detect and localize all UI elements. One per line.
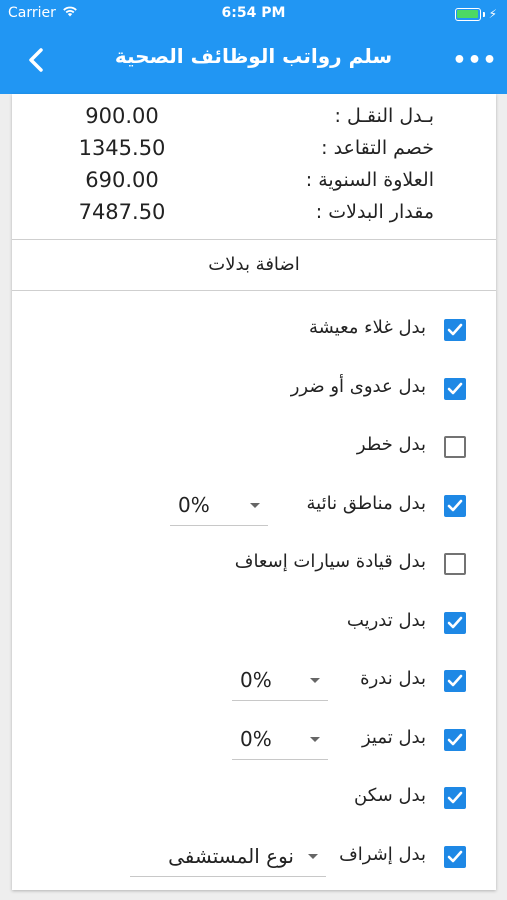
salary-card: بـدل النقـل : 900.00 خصم التقاعد : 1345.… — [12, 94, 496, 890]
dropdown-arrow-icon — [250, 503, 260, 508]
summary-value: 690.00 — [85, 168, 159, 192]
allowance-row-training[interactable]: بدل تدريب — [12, 599, 496, 649]
dropdown-value: نوع المستشفى — [168, 844, 294, 868]
allowance-checkbox[interactable] — [444, 846, 466, 868]
dropdown-arrow-icon — [308, 854, 318, 859]
page-title: سلم رواتب الوظائف الصحية — [114, 44, 393, 68]
allowance-label: بدل غلاء معيشة — [308, 317, 426, 338]
summary-value: 1345.50 — [78, 136, 166, 160]
dropdown-arrow-icon — [310, 737, 320, 742]
allowance-checkbox[interactable] — [444, 729, 466, 751]
summary-label: العلاوة السنوية : — [305, 169, 434, 191]
excellence-percent-dropdown[interactable]: 0% — [232, 720, 328, 760]
charging-bolt-icon: ⚡︎ — [488, 7, 497, 21]
allowance-row-hazard[interactable]: بدل خطر — [12, 423, 496, 473]
more-options-button[interactable]: ••• — [452, 42, 496, 78]
allowance-row-remote-areas[interactable]: بدل مناطق نائية 0% — [12, 482, 496, 532]
allowance-checkbox[interactable] — [444, 319, 466, 341]
allowance-row-cost-of-living[interactable]: بدل غلاء معيشة — [12, 306, 496, 356]
summary-value: 7487.50 — [78, 200, 166, 224]
allowance-row-housing[interactable]: بدل سكن — [12, 774, 496, 824]
allowance-label: بدل قيادة سيارات إسعاف — [234, 551, 426, 572]
app-bar: Carrier 6:54 PM ⚡︎ سلم رواتب الوظائف الص… — [0, 0, 507, 94]
scarcity-percent-dropdown[interactable]: 0% — [232, 661, 328, 701]
allowance-label: بدل ندرة — [360, 668, 426, 689]
allowance-label: بدل إشراف — [339, 844, 426, 865]
allowance-label: بدل خطر — [356, 434, 426, 455]
status-time: 6:54 PM — [221, 5, 286, 21]
checkmark-icon — [447, 323, 463, 336]
allowance-checkbox[interactable] — [444, 787, 466, 809]
allowance-checkbox[interactable] — [444, 436, 466, 458]
hospital-type-dropdown[interactable]: نوع المستشفى — [130, 837, 326, 877]
chevron-left-icon — [29, 48, 43, 72]
summary-label: مقدار البدلات : — [315, 201, 434, 223]
summary-label: خصم التقاعد : — [321, 137, 434, 159]
allowance-checkbox[interactable] — [444, 495, 466, 517]
checkmark-icon — [447, 850, 463, 863]
remote-areas-percent-dropdown[interactable]: 0% — [170, 486, 268, 526]
allowance-row-excellence[interactable]: بدل تميز 0% — [12, 716, 496, 766]
summary-row-allowances-total: مقدار البدلات : 7487.50 — [12, 198, 496, 230]
battery-icon: ⚡︎ — [454, 7, 497, 21]
toolbar: سلم رواتب الوظائف الصحية ••• — [0, 30, 507, 90]
allowance-label: بدل سكن — [354, 785, 426, 806]
back-button[interactable] — [18, 42, 54, 78]
allowance-label: بدل عدوى أو ضرر — [290, 376, 426, 397]
dropdown-value: 0% — [178, 493, 210, 517]
checkmark-icon — [447, 733, 463, 746]
checkmark-icon — [447, 499, 463, 512]
dropdown-arrow-icon — [310, 678, 320, 683]
allowance-checkbox[interactable] — [444, 553, 466, 575]
allowance-checkbox[interactable] — [444, 378, 466, 400]
summary-row-retirement: خصم التقاعد : 1345.50 — [12, 134, 496, 166]
allowance-row-ambulance-driving[interactable]: بدل قيادة سيارات إسعاف — [12, 540, 496, 590]
allowance-checkbox[interactable] — [444, 612, 466, 634]
summary-value: 900.00 — [85, 104, 159, 128]
allowance-label: بدل تميز — [361, 727, 426, 748]
divider — [12, 290, 496, 291]
checkmark-icon — [447, 791, 463, 804]
add-allowances-header: اضافة بدلات — [208, 254, 300, 275]
dropdown-value: 0% — [240, 668, 272, 692]
summary-row-transport: بـدل النقـل : 900.00 — [12, 102, 496, 134]
checkmark-icon — [447, 616, 463, 629]
allowance-row-scarcity[interactable]: بدل ندرة 0% — [12, 657, 496, 707]
allowance-label: بدل تدريب — [346, 610, 426, 631]
checkmark-icon — [447, 674, 463, 687]
allowance-row-infection[interactable]: بدل عدوى أو ضرر — [12, 365, 496, 415]
allowance-row-supervision[interactable]: بدل إشراف نوع المستشفى — [12, 833, 496, 883]
summary-label: بـدل النقـل : — [334, 105, 434, 127]
summary-row-annual-raise: العلاوة السنوية : 690.00 — [12, 166, 496, 198]
allowance-checkbox[interactable] — [444, 670, 466, 692]
allowance-label: بدل مناطق نائية — [306, 493, 426, 514]
dropdown-value: 0% — [240, 727, 272, 751]
checkmark-icon — [447, 382, 463, 395]
status-bar: Carrier 6:54 PM ⚡︎ — [0, 0, 507, 30]
